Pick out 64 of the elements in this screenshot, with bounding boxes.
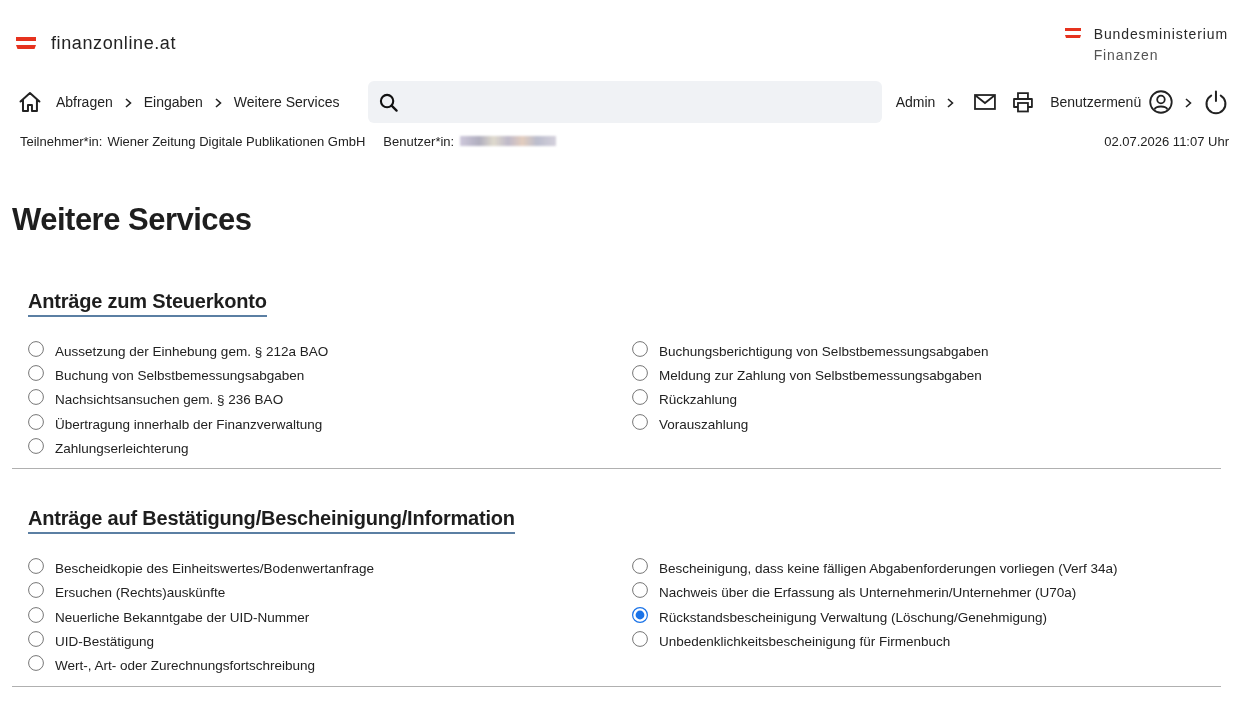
chevron-icon [124, 98, 132, 108]
radio-label[interactable]: Bescheidkopie des Einheitswertes/Bodenwertanfrage [55, 561, 374, 577]
radio-button[interactable] [28, 389, 44, 406]
ministry-name: Finanzen [1093, 46, 1160, 65]
radio-label[interactable]: UID-Bestätigung [55, 634, 155, 649]
radio-button[interactable] [632, 582, 648, 599]
radio-label[interactable]: Bescheinigung, dass keine fälligen Abgabenforderungen vorliegen (Verf 34a) [659, 561, 1118, 577]
breadcrumb-link[interactable]: Weitere Services [233, 93, 340, 111]
breadcrumb-link[interactable]: Abfragen [55, 93, 113, 111]
breadcrumb-link[interactable]: Eingaben [143, 93, 203, 111]
mail-icon[interactable] [974, 94, 997, 110]
radio-label[interactable]: Ersuchen (Rechts)auskünfte [55, 585, 226, 601]
printer-icon[interactable] [1012, 91, 1035, 113]
radio-button[interactable] [632, 340, 648, 357]
radio-button[interactable] [28, 631, 44, 647]
logo-text[interactable]: finanzonline.at [51, 33, 177, 53]
radio-label[interactable]: Rückstandsbescheinigung Verwaltung (Löschung/Genehmigung) [659, 609, 1047, 625]
radio-label[interactable]: Übertragung innerhalb der Finanzverwaltung [55, 416, 323, 432]
search-icon [379, 92, 399, 112]
admin-link[interactable]: Admin [895, 93, 936, 111]
power-icon[interactable] [1204, 89, 1228, 115]
radio-label[interactable]: Vorauszahlung [659, 416, 749, 432]
radio-button[interactable] [632, 413, 648, 430]
radio-button[interactable] [28, 364, 44, 381]
page-title: Weitere Services [12, 201, 253, 239]
radio-label[interactable]: Neuerliche Bekanntgabe der UID-Nummer [55, 609, 310, 625]
section-heading: Anträge zum Steuerkonto [28, 288, 267, 317]
date-time: 02.07.2026 11:07 Uhr [1104, 133, 1229, 149]
radio-button[interactable] [632, 364, 648, 381]
section-heading: Anträge auf Bestätigung/Bescheinigung/Information [28, 505, 515, 535]
radio-label[interactable]: Nachweis über die Erfassung als Unternehmerin/Unternehmer (U70a) [659, 585, 1077, 601]
radio-button[interactable] [28, 558, 44, 575]
logo-stripes-icon [16, 37, 36, 49]
radio-button[interactable] [632, 389, 648, 406]
chevron-icon [1185, 98, 1193, 108]
radio-button[interactable] [28, 413, 44, 430]
chevron-icon [947, 98, 955, 108]
radio-button[interactable] [28, 606, 44, 623]
participant-label: Teilnehmer*in: [20, 133, 103, 149]
ministry-name: Bundesministerium [1093, 25, 1228, 44]
user-menu-link[interactable]: Benutzermenü [1050, 93, 1142, 111]
participant-name: Wiener Zeitung Digitale Publikationen GmbH [107, 133, 366, 149]
radio-label[interactable]: Rückzahlung [659, 392, 738, 408]
radio-button[interactable] [28, 437, 44, 454]
home-icon[interactable] [18, 90, 42, 114]
radio-button[interactable] [632, 631, 648, 647]
radio-label[interactable]: Zahlungserleichterung [55, 440, 189, 456]
chevron-icon [214, 98, 222, 108]
radio-button[interactable] [632, 606, 648, 623]
radio-button[interactable] [28, 340, 44, 357]
user-icon[interactable] [1149, 90, 1174, 114]
radio-button[interactable] [28, 582, 44, 599]
radio-label[interactable]: Meldung zur Zahlung von Selbstbemessungsabgaben [659, 367, 982, 383]
radio-button[interactable] [632, 558, 648, 575]
user-label: Benutzer*in: [383, 133, 455, 149]
radio-label[interactable]: Buchungsberichtigung von Selbstbemessungsabgaben [659, 343, 989, 359]
radio-label[interactable]: Buchung von Selbstbemessungsabgaben [55, 367, 305, 383]
radio-label[interactable]: Nachsichtsansuchen gem. § 236 BAO [55, 392, 284, 408]
radio-label[interactable]: Aussetzung der Einhebung gem. § 212a BAO [55, 343, 329, 359]
radio-button[interactable] [28, 655, 44, 672]
radio-label[interactable]: Wert-, Art- oder Zurechnungsfortschreibung [55, 658, 316, 674]
ministry-stripes-icon [1064, 28, 1081, 38]
search-field[interactable] [368, 81, 882, 123]
radio-label[interactable]: Unbedenklichkeitsbescheinigung für Firmenbuch [659, 634, 951, 649]
